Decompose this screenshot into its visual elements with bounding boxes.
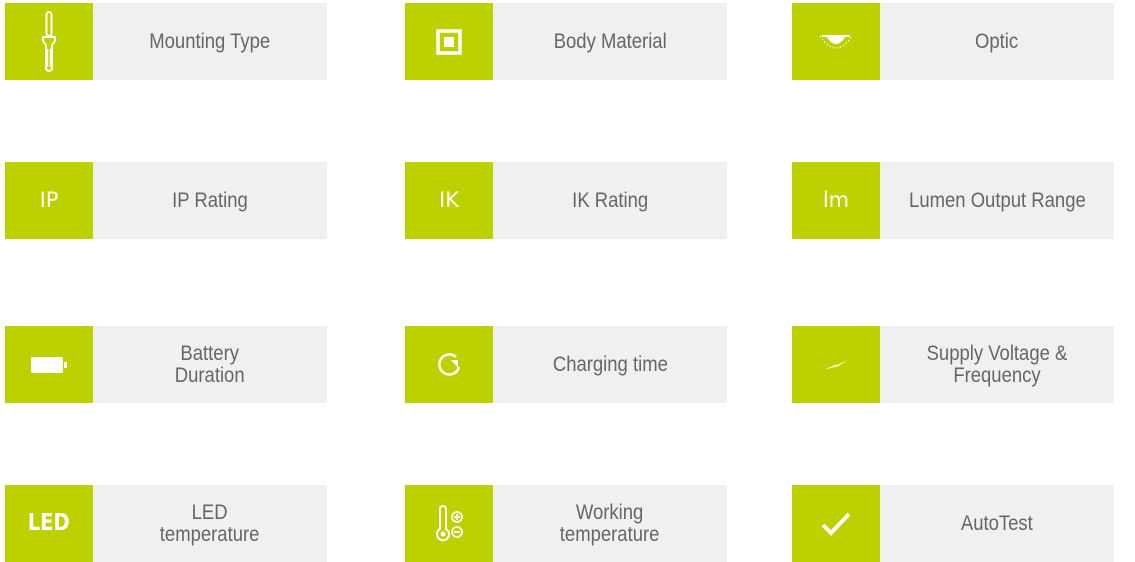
battery-icon	[5, 326, 93, 403]
tile-ip-rating: IP IP Rating	[5, 162, 327, 239]
tile-charging-time: Charging time	[405, 326, 727, 403]
tile-label: Working temperature	[560, 500, 660, 546]
tile-working-temperature: Working temperature	[405, 485, 727, 562]
label-box: IK Rating	[493, 162, 727, 239]
label-box: Charging time	[493, 326, 727, 403]
checkmark-icon	[792, 485, 880, 562]
label-box: AutoTest	[880, 485, 1114, 562]
label-box: LED temperature	[93, 485, 327, 562]
square-frame-icon	[405, 3, 493, 80]
tile-label: Mounting Type	[149, 29, 271, 53]
label-box: Body Material	[493, 3, 727, 80]
tile-lumen-output-range: lm Lumen Output Range	[792, 162, 1114, 239]
label-box: Supply Voltage & Frequency	[880, 326, 1114, 403]
tile-label: IP Rating	[172, 188, 248, 212]
screwdriver-icon	[5, 3, 93, 80]
led-text-icon: LED	[5, 485, 93, 562]
thermometer-plus-minus-icon	[405, 485, 493, 562]
lightning-icon	[792, 326, 880, 403]
tile-led-temperature: LED LED temperature	[5, 485, 327, 562]
tile-supply-voltage-frequency: Supply Voltage & Frequency	[792, 326, 1114, 403]
charging-clock-icon	[405, 326, 493, 403]
tile-battery-duration: Battery Duration	[5, 326, 327, 403]
label-box: Working temperature	[493, 485, 727, 562]
label-box: IP Rating	[93, 162, 327, 239]
tile-label: Battery Duration	[175, 341, 245, 387]
lm-text-icon: lm	[792, 162, 880, 239]
tile-ik-rating: IK IK Rating	[405, 162, 727, 239]
tile-label: IK Rating	[571, 188, 649, 212]
label-box: Battery Duration	[93, 326, 327, 403]
ik-text-icon: IK	[405, 162, 493, 239]
tile-label: Optic	[975, 29, 1019, 53]
tile-mounting-type: Mounting Type	[5, 3, 327, 80]
tile-label: LED temperature	[160, 500, 260, 546]
tile-label: Lumen Output Range	[908, 188, 1086, 212]
label-box: Mounting Type	[93, 3, 327, 80]
tile-label: Charging time	[552, 352, 668, 376]
tile-autotest: AutoTest	[792, 485, 1114, 562]
ip-text-icon: IP	[5, 162, 93, 239]
tile-label: AutoTest	[961, 511, 1033, 535]
tile-optic: Optic	[792, 3, 1114, 80]
tile-label: Supply Voltage & Frequency	[926, 341, 1068, 387]
tile-label: Body Material	[553, 29, 667, 53]
label-box: Lumen Output Range	[880, 162, 1114, 239]
optic-lens-icon	[792, 3, 880, 80]
tile-body-material: Body Material	[405, 3, 727, 80]
label-box: Optic	[880, 3, 1114, 80]
